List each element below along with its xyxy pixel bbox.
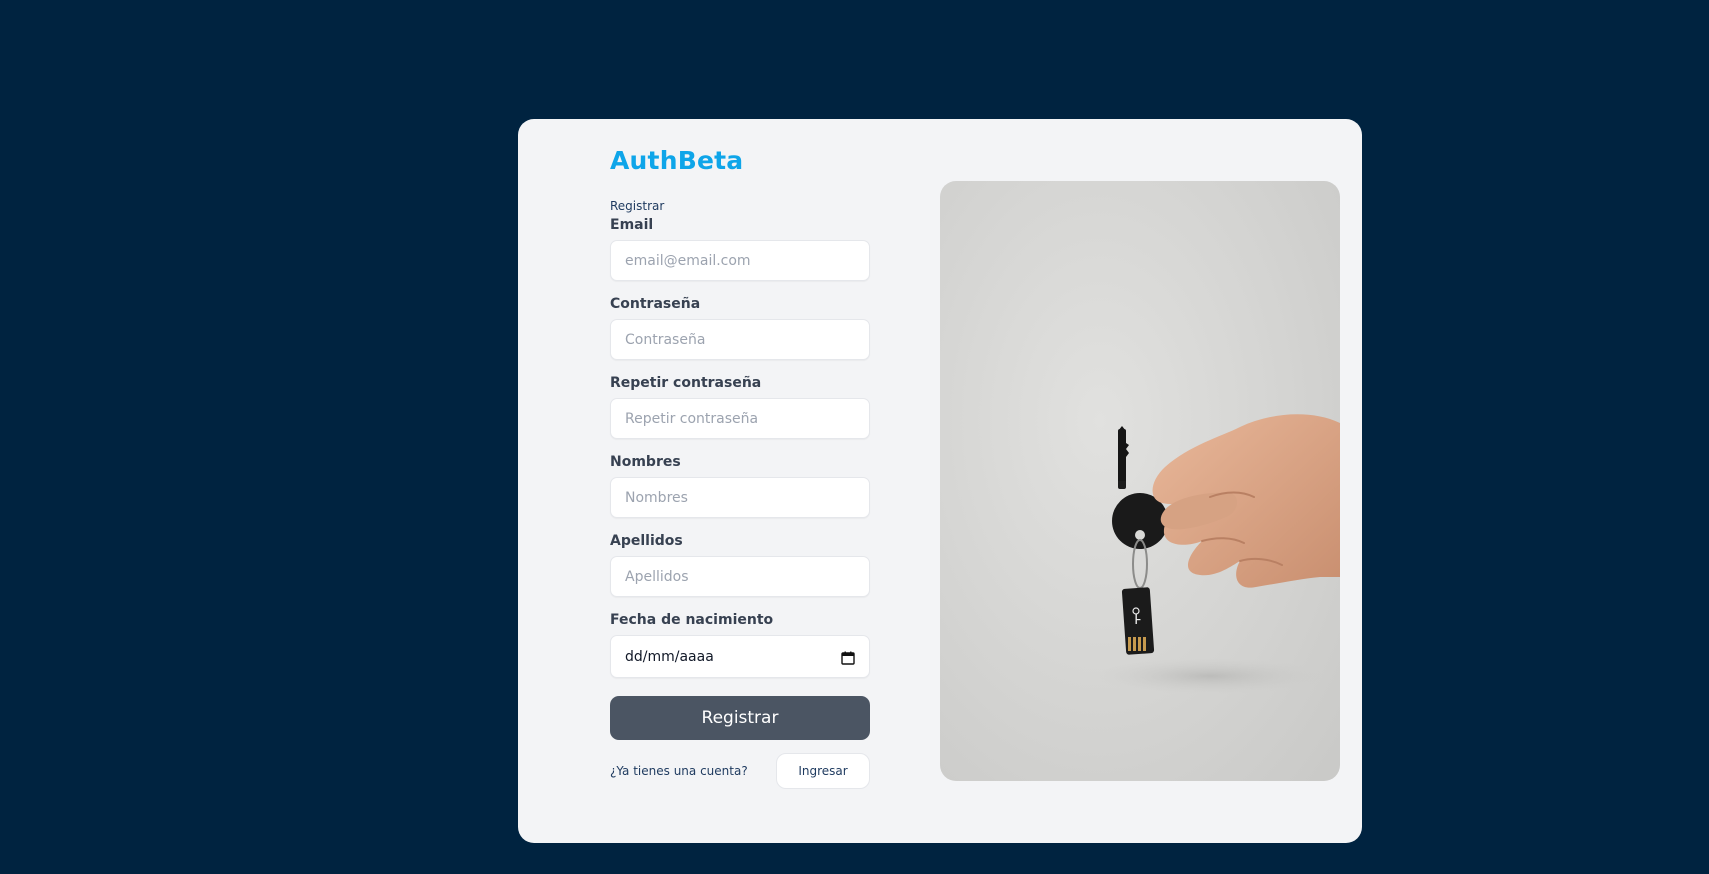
hero-image bbox=[940, 181, 1340, 781]
birthdate-label: Fecha de nacimiento bbox=[610, 612, 774, 628]
birthdate-input[interactable]: dd/mm/aaaa bbox=[610, 635, 870, 678]
login-button[interactable]: Ingresar bbox=[776, 753, 870, 789]
birthdate-field-group: Fecha de nacimiento dd/mm/aaaa bbox=[610, 610, 870, 678]
surnames-input[interactable] bbox=[610, 556, 870, 597]
register-card: AuthBeta Registrar Email Contraseña Repe… bbox=[518, 119, 1362, 843]
birthdate-value: dd/mm/aaaa bbox=[625, 648, 714, 665]
repeat-password-input[interactable] bbox=[610, 398, 870, 439]
password-label: Contraseña bbox=[610, 296, 701, 312]
surnames-label: Apellidos bbox=[610, 533, 683, 549]
register-submit-button[interactable]: Registrar bbox=[610, 696, 870, 740]
names-field-group: Nombres bbox=[610, 452, 870, 518]
email-label: Email bbox=[610, 217, 654, 233]
repeat-password-field-group: Repetir contraseña bbox=[610, 373, 870, 439]
hand-holding-key-image bbox=[1095, 414, 1340, 694]
form-subtitle: Registrar bbox=[610, 199, 665, 213]
email-input[interactable] bbox=[610, 240, 870, 281]
register-form: AuthBeta Registrar Email Contraseña Repe… bbox=[610, 143, 870, 789]
login-prompt-text: ¿Ya tienes una cuenta? bbox=[610, 764, 748, 778]
names-input[interactable] bbox=[610, 477, 870, 518]
email-field-group: Email bbox=[610, 215, 870, 281]
brand-title: AuthBeta bbox=[610, 146, 744, 175]
surnames-field-group: Apellidos bbox=[610, 531, 870, 597]
password-field-group: Contraseña bbox=[610, 294, 870, 360]
repeat-password-label: Repetir contraseña bbox=[610, 375, 762, 391]
password-input[interactable] bbox=[610, 319, 870, 360]
calendar-icon[interactable] bbox=[841, 650, 855, 665]
names-label: Nombres bbox=[610, 454, 681, 470]
login-prompt-row: ¿Ya tienes una cuenta? Ingresar bbox=[610, 753, 870, 789]
